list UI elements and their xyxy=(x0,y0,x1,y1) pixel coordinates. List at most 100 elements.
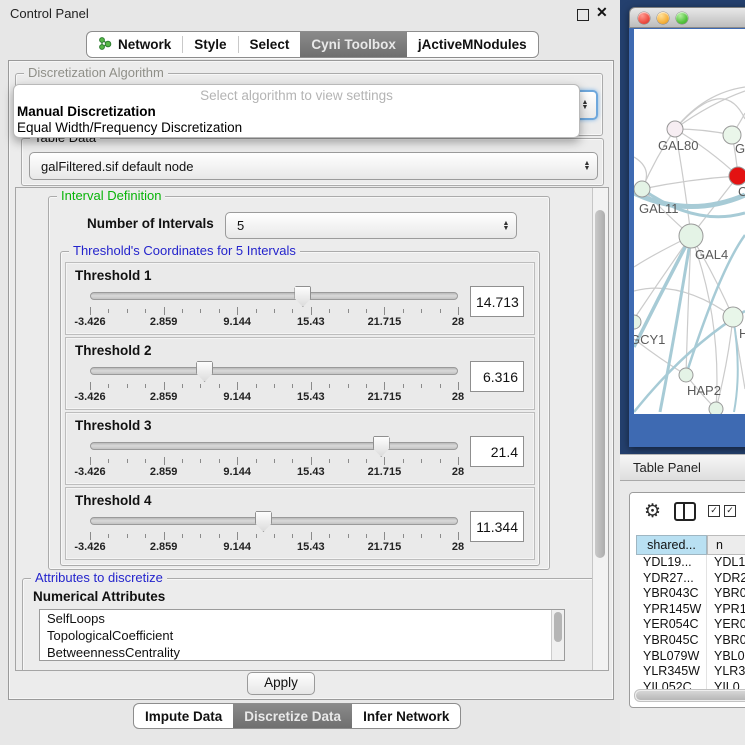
network-window-frame: GAL80GACGAL11GAL4GCY1HHAP2 xyxy=(629,28,745,447)
cell-shared-name: YDR27... xyxy=(636,571,707,587)
columns-icon[interactable] xyxy=(674,502,696,521)
attributes-scrollbar[interactable] xyxy=(551,610,564,660)
dropdown-option[interactable]: Equal Width/Frequency Discretization xyxy=(17,120,242,135)
table-row[interactable]: YER054CYER0 xyxy=(636,617,745,633)
slider-thumb[interactable] xyxy=(196,361,213,382)
threshold-slider[interactable]: -3.4262.8599.14415.4321.71528 xyxy=(90,510,458,554)
float-icon[interactable] xyxy=(577,9,589,21)
network-node-gal80[interactable] xyxy=(667,121,683,137)
table-rows: YDL19...YDL1YDR27...YDR2YBR043CYBR0YPR14… xyxy=(636,555,745,691)
network-edge-thick[interactable] xyxy=(733,317,738,412)
tab-select[interactable]: Select xyxy=(239,32,301,57)
tab-label: Cyni Toolbox xyxy=(311,37,396,52)
number-of-intervals-combobox[interactable]: 5 ▲▼ xyxy=(225,212,517,239)
slider-track[interactable] xyxy=(90,367,458,375)
zoom-traffic-light-icon[interactable] xyxy=(676,12,688,24)
column-header[interactable]: n xyxy=(707,535,745,555)
cell-name: YBR0 xyxy=(707,633,745,649)
tab-network[interactable]: Network xyxy=(87,32,182,57)
slider-tick-labels: -3.4262.8599.14415.4321.71528 xyxy=(90,541,458,553)
table-row[interactable]: YDL19...YDL1 xyxy=(636,555,745,571)
slider-thumb[interactable] xyxy=(255,511,272,532)
network-edge[interactable] xyxy=(634,236,691,319)
table-horizontal-scrollbar[interactable] xyxy=(634,689,745,702)
gear-icon[interactable]: ⚙ xyxy=(644,502,661,521)
table-row[interactable]: YPR145WYPR1 xyxy=(636,602,745,618)
control-panel-titlebar: Control Panel ✕ xyxy=(0,0,620,26)
table-row[interactable]: YBR043CYBR0 xyxy=(636,586,745,602)
combo-stepper-icon: ▲▼ xyxy=(496,221,516,231)
threshold-value-field[interactable]: 6.316 xyxy=(470,361,524,392)
network-node-bottom-node[interactable] xyxy=(709,402,723,414)
list-item[interactable]: TopologicalCoefficient xyxy=(40,627,564,644)
scrollbar-thumb[interactable] xyxy=(595,210,605,558)
scrollbar-thumb[interactable] xyxy=(554,612,562,642)
network-window-titlebar[interactable] xyxy=(629,7,745,28)
pane-scrollbar[interactable] xyxy=(592,188,608,670)
tab-label: Style xyxy=(194,37,226,52)
cell-shared-name: YBR043C xyxy=(636,586,707,602)
network-canvas[interactable]: GAL80GACGAL11GAL4GCY1HHAP2 xyxy=(634,29,745,414)
network-edge[interactable] xyxy=(675,99,745,129)
tab-jactivemnodules[interactable]: jActiveMNodules xyxy=(407,32,538,57)
table-data-combobox[interactable]: galFiltered.sif default node ▲▼ xyxy=(29,152,598,180)
slider-track[interactable] xyxy=(90,292,458,300)
slider-ticks xyxy=(90,457,458,466)
threshold-value-field[interactable]: 14.713 xyxy=(470,286,524,317)
threshold-slider[interactable]: -3.4262.8599.14415.4321.71528 xyxy=(90,435,458,479)
list-item[interactable]: SelfLoops xyxy=(40,610,564,627)
network-edge[interactable] xyxy=(642,176,738,189)
checkbox-icon[interactable]: ✓ xyxy=(724,505,736,517)
slider-track[interactable] xyxy=(90,442,458,450)
table-row[interactable]: YBL079WYBL0 xyxy=(636,649,745,665)
close-icon[interactable]: ✕ xyxy=(596,4,608,21)
tab-discretize-data[interactable]: Discretize Data xyxy=(233,704,352,728)
scrollbar-thumb[interactable] xyxy=(636,691,745,700)
network-node-gal11[interactable] xyxy=(634,181,650,197)
threshold-slider[interactable]: -3.4262.8599.14415.4321.71528 xyxy=(90,285,458,329)
slider-ticks xyxy=(90,307,458,316)
dropdown-option[interactable]: Manual Discretization xyxy=(17,104,156,119)
apply-button[interactable]: Apply xyxy=(247,672,315,695)
table-row[interactable]: YDR27...YDR2 xyxy=(636,571,745,587)
node-label: GCY1 xyxy=(634,332,665,347)
network-node-hap2[interactable] xyxy=(679,368,693,382)
group-title: Threshold's Coordinates for 5 Intervals xyxy=(69,244,300,258)
checkbox-icon[interactable]: ✓ xyxy=(708,505,720,517)
threshold-value-field[interactable]: 21.4 xyxy=(470,436,524,467)
slider-track[interactable] xyxy=(90,517,458,525)
table-panel-header: Table Panel xyxy=(620,454,745,481)
cell-shared-name: YBL079W xyxy=(636,649,707,665)
network-node-h-node[interactable] xyxy=(723,307,743,327)
minimize-traffic-light-icon[interactable] xyxy=(657,12,669,24)
network-edge[interactable] xyxy=(634,288,733,317)
network-edge[interactable] xyxy=(675,91,745,129)
threshold-panel: Threshold 1-3.4262.8599.14415.4321.71528… xyxy=(65,262,535,335)
network-node-red-node[interactable] xyxy=(729,167,745,185)
slider-thumb[interactable] xyxy=(373,436,390,457)
network-node-gal4[interactable] xyxy=(679,224,703,248)
node-label: H xyxy=(739,326,745,341)
column-header[interactable]: shared... xyxy=(636,535,707,555)
table-row[interactable]: YLR345WYLR3 xyxy=(636,664,745,680)
tab-infer-network[interactable]: Infer Network xyxy=(352,704,460,728)
numerical-attributes-list[interactable]: SelfLoopsTopologicalCoefficientBetweenne… xyxy=(39,609,565,661)
cell-name: YDR2 xyxy=(707,571,745,587)
list-item[interactable]: BetweennessCentrality xyxy=(40,644,564,661)
tab-cyni-toolbox[interactable]: Cyni Toolbox xyxy=(300,32,407,57)
table-grid: shared... n YDL19...YDL1YDR27...YDR2YBR0… xyxy=(636,535,745,691)
threshold-slider[interactable]: -3.4262.8599.14415.4321.71528 xyxy=(90,360,458,404)
close-traffic-light-icon[interactable] xyxy=(638,12,650,24)
cell-name: YER0 xyxy=(707,617,745,633)
table-header-row: shared... n xyxy=(636,535,745,555)
combo-stepper-icon: ▲▼ xyxy=(582,100,589,110)
tab-impute-data[interactable]: Impute Data xyxy=(134,704,233,728)
numerical-attributes-label: Numerical Attributes xyxy=(33,589,165,604)
slider-thumb[interactable] xyxy=(294,286,311,307)
threshold-value-field[interactable]: 11.344 xyxy=(470,511,524,542)
table-row[interactable]: YBR045CYBR0 xyxy=(636,633,745,649)
network-edge[interactable] xyxy=(675,87,745,129)
network-node-gcy1[interactable] xyxy=(634,315,641,329)
interval-definition-group: Interval Definition Number of Intervals … xyxy=(48,196,550,570)
tab-style[interactable]: Style xyxy=(183,32,237,57)
